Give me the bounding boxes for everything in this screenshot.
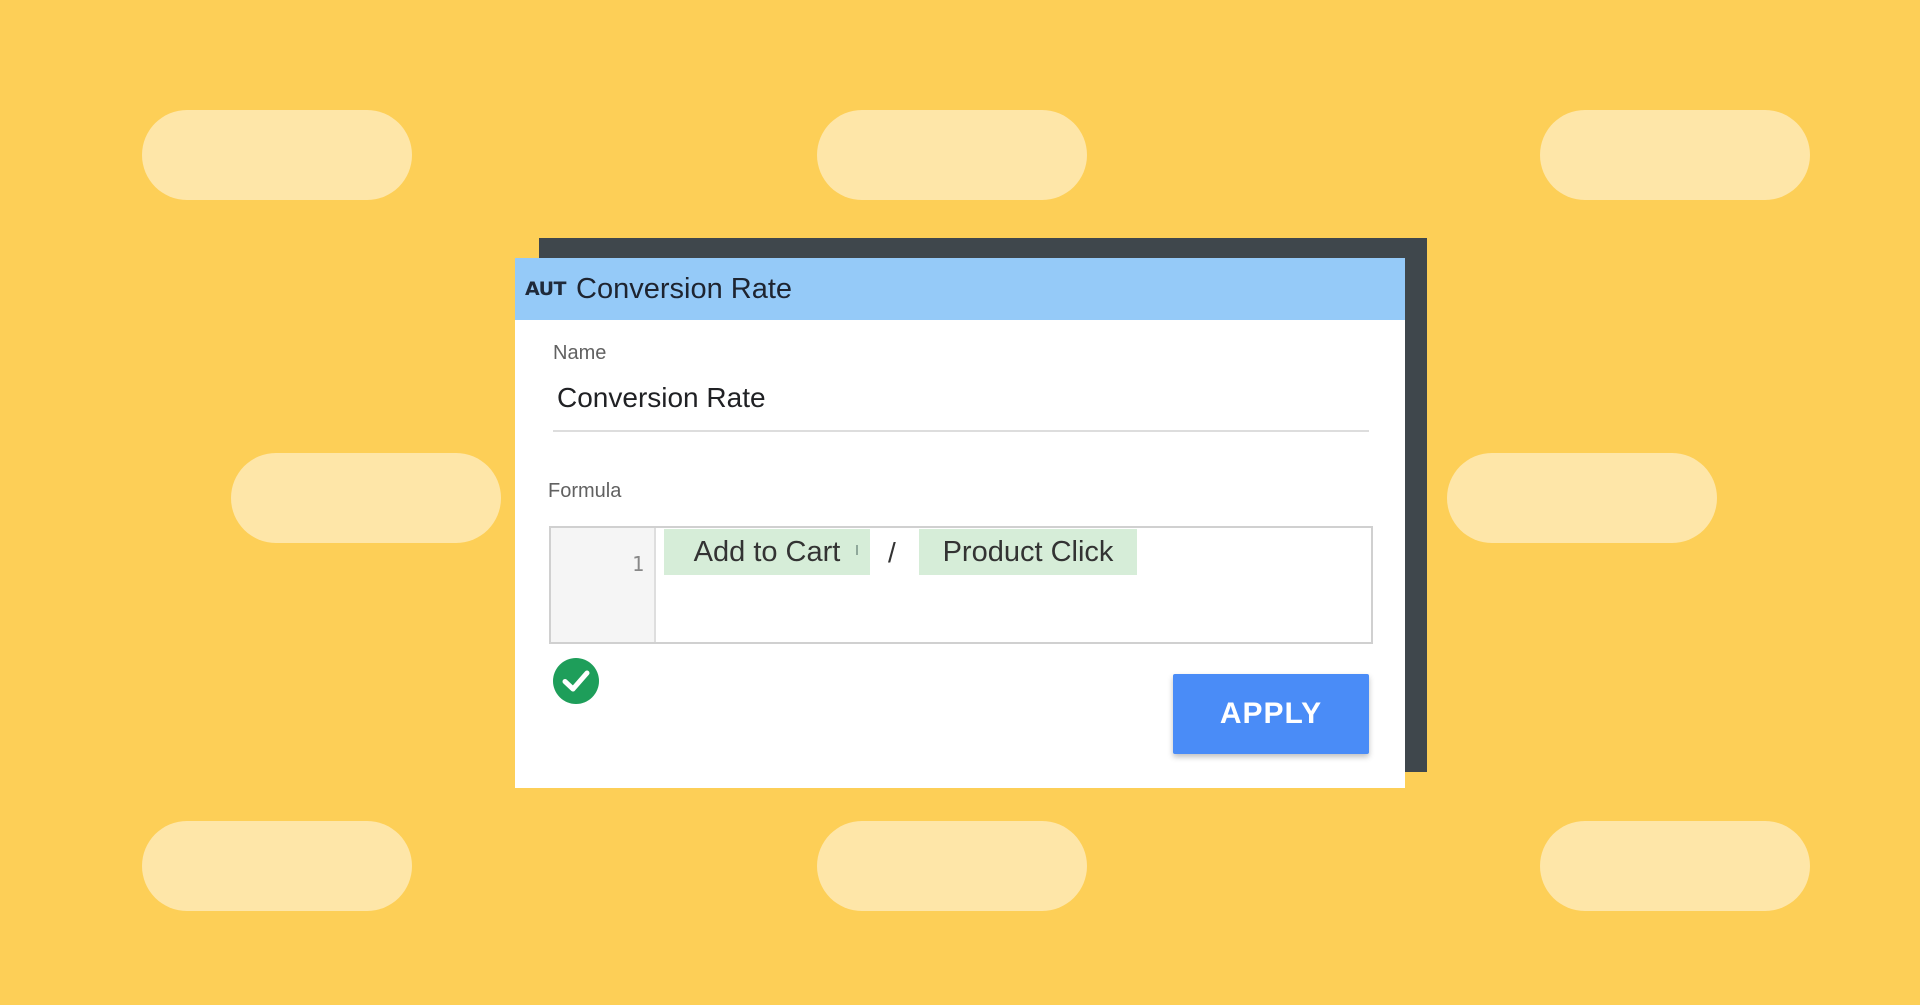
name-field-underline — [553, 430, 1369, 432]
line-number: 1 — [631, 552, 644, 576]
placeholder-pill — [817, 110, 1087, 200]
token-label: Add to Cart — [693, 535, 841, 568]
placeholder-pill — [142, 821, 412, 911]
formula-token-product-click[interactable]: Product Click — [919, 529, 1137, 575]
placeholder-pill — [1540, 110, 1810, 200]
dialog-title: Conversion Rate — [576, 272, 793, 305]
token-label: Product Click — [942, 535, 1114, 568]
name-label: Name — [553, 342, 607, 364]
formula-editor[interactable]: 1 Add to Cart / Product Click — [549, 526, 1373, 644]
placeholder-pill — [1540, 821, 1810, 911]
formula-label: Formula — [548, 480, 622, 502]
formula-operator: / — [888, 537, 896, 568]
editor-gutter: 1 — [551, 528, 656, 642]
aut-type-icon: AUT — [525, 278, 567, 300]
placeholder-pill — [817, 821, 1087, 911]
name-field[interactable]: Conversion Rate — [557, 382, 766, 414]
placeholder-pill — [231, 453, 501, 543]
placeholder-pill — [142, 110, 412, 200]
calculated-field-dialog: AUT Conversion Rate Name Conversion Rate… — [515, 258, 1405, 788]
apply-button[interactable]: APPLY — [1173, 674, 1369, 754]
placeholder-pill — [1447, 453, 1717, 543]
check-circle-icon — [553, 658, 599, 704]
dialog-header: AUT Conversion Rate — [515, 258, 1405, 320]
formula-token-add-to-cart[interactable]: Add to Cart — [664, 529, 870, 575]
